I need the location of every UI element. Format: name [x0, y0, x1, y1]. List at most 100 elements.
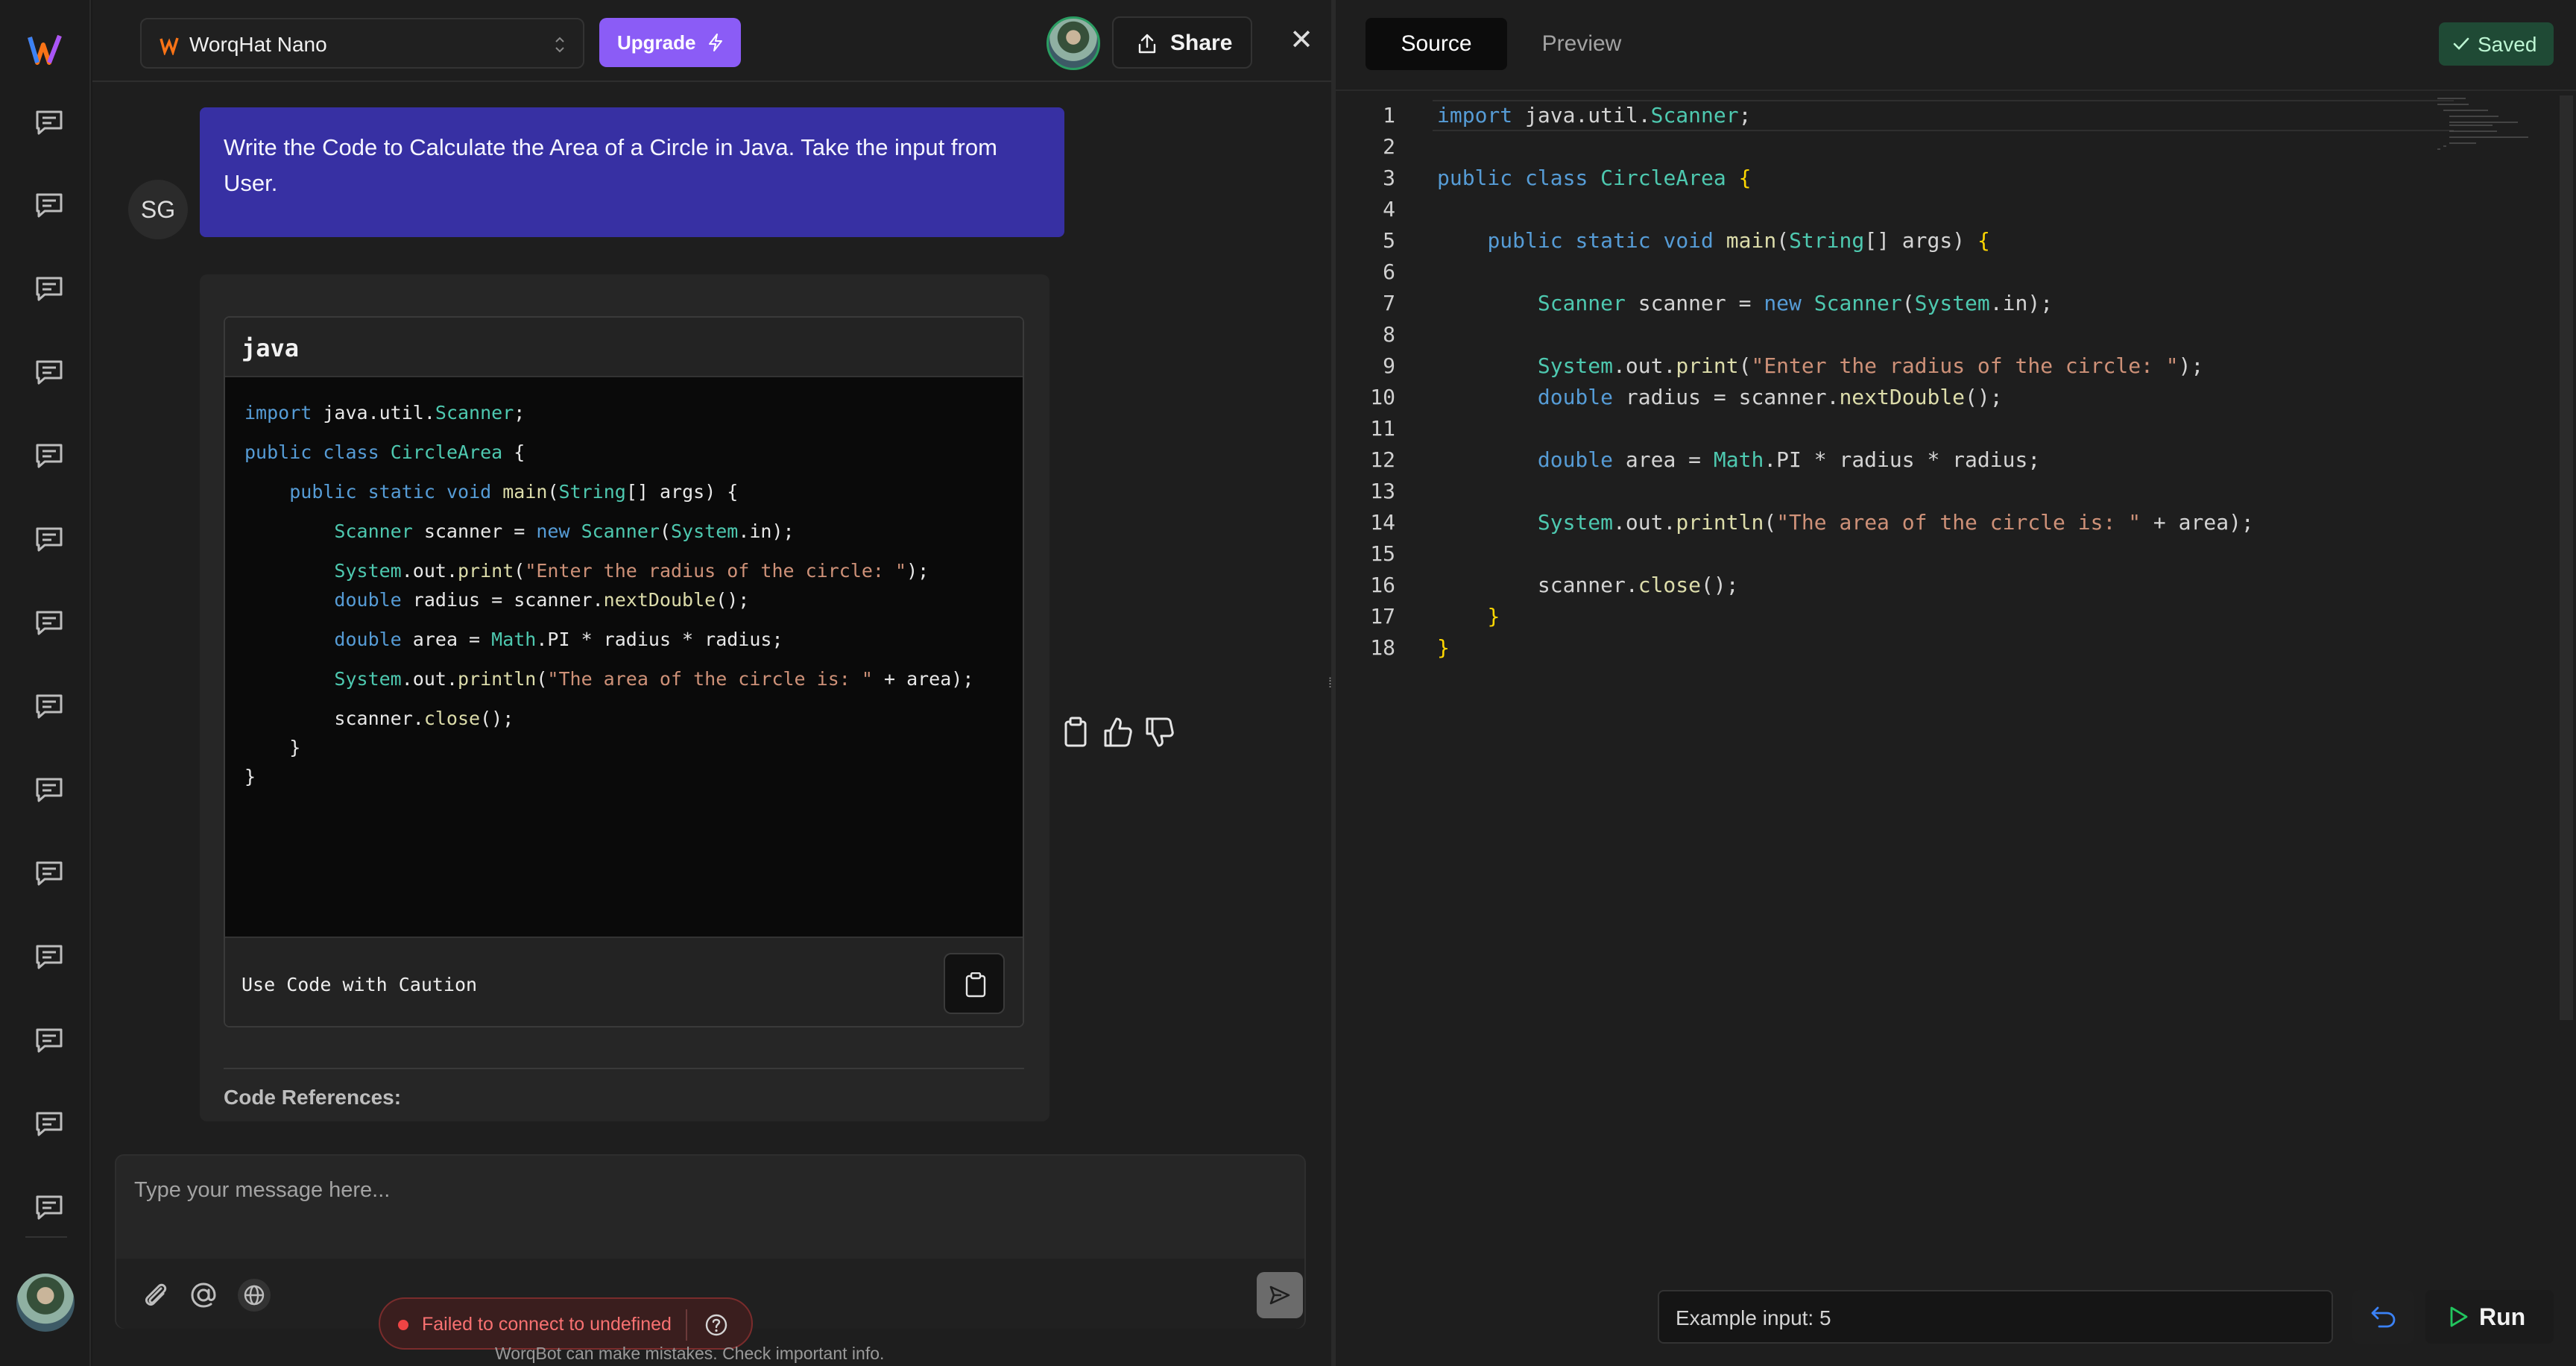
- chat-bubble-icon[interactable]: [34, 1110, 64, 1137]
- error-dot: [398, 1320, 408, 1330]
- code-line: System.out.println("The area of the circ…: [334, 668, 974, 690]
- thumbs-up-icon[interactable]: [1102, 716, 1133, 749]
- editor-code-line[interactable]: [1437, 476, 2254, 507]
- line-number: 18: [1370, 635, 1395, 660]
- chat-bubble-icon[interactable]: [34, 776, 64, 803]
- close-icon[interactable]: ✕: [1288, 26, 1315, 54]
- chat-bubble-icon[interactable]: [34, 943, 64, 970]
- clipboard-icon[interactable]: [1060, 716, 1091, 749]
- send-button[interactable]: [1257, 1272, 1303, 1318]
- check-icon: [2453, 37, 2469, 50]
- editor-code-line[interactable]: }: [1437, 632, 2254, 664]
- globe-icon[interactable]: [237, 1278, 271, 1312]
- line-number: 3: [1383, 166, 1395, 190]
- chat-bubble-icon[interactable]: [34, 526, 64, 553]
- at-icon[interactable]: [186, 1278, 221, 1312]
- chat-bubble-icon[interactable]: [34, 609, 64, 636]
- help-icon[interactable]: [704, 1312, 729, 1338]
- editor-code-line[interactable]: public static void main(String[] args) {: [1437, 225, 2254, 256]
- line-number: 8: [1383, 322, 1395, 347]
- chat-bubble-icon[interactable]: [34, 1194, 64, 1221]
- editor-code-line[interactable]: scanner.close();: [1437, 570, 2254, 601]
- editor-code-line[interactable]: double radius = scanner.nextDouble();: [1437, 382, 2254, 413]
- chat-bubble-icon[interactable]: [34, 1027, 64, 1054]
- editor-code-line[interactable]: }: [1437, 601, 2254, 632]
- code-block-footer: Use Code with Caution: [225, 937, 1023, 1026]
- paperclip-icon[interactable]: [139, 1278, 173, 1312]
- example-input-field[interactable]: Example input: 5: [1658, 1290, 2333, 1344]
- editor-code-line[interactable]: [1437, 131, 2254, 163]
- chat-bubble-icon[interactable]: [34, 693, 64, 720]
- code-line: System.out.print("Enter the radius of th…: [334, 560, 929, 582]
- code-block-header: java: [225, 318, 1023, 377]
- editor-code-line[interactable]: [1437, 319, 2254, 350]
- user-initials-avatar: SG: [128, 180, 188, 239]
- line-number: 14: [1370, 510, 1395, 535]
- chat-bubble-icon[interactable]: [34, 359, 64, 385]
- sidebar: [0, 0, 91, 1366]
- editor-code-line[interactable]: [1437, 256, 2254, 288]
- user-avatar[interactable]: [16, 1274, 75, 1332]
- toast-separator: [686, 1309, 687, 1341]
- line-number: 15: [1370, 541, 1395, 566]
- chat-bubble-icon[interactable]: [34, 442, 64, 469]
- caution-label: Use Code with Caution: [242, 974, 478, 995]
- editor-tabs: Source Preview: [1366, 18, 1679, 70]
- run-button[interactable]: Run: [2425, 1290, 2554, 1344]
- chevrons-updown-icon: [555, 37, 564, 53]
- line-number-gutter: 1 2 3 4 5 6 7 8 9 10 11 12 13 14 15 16 17 18: [1336, 100, 1403, 664]
- upgrade-button[interactable]: Upgrade: [599, 18, 741, 67]
- code-line: public static void main(String[] args) {: [289, 481, 739, 503]
- upgrade-label: Upgrade: [617, 31, 696, 54]
- code-line: import java.util.Scanner;: [244, 402, 525, 424]
- disclaimer-text: WorqBot can make mistakes. Check importa…: [495, 1344, 885, 1363]
- editor-scrollbar[interactable]: [2560, 95, 2573, 1020]
- editor-code-line[interactable]: [1437, 194, 2254, 225]
- code-minimap[interactable]: [2436, 95, 2540, 155]
- thumbs-down-icon[interactable]: [1143, 716, 1175, 749]
- message-input[interactable]: Type your message here...: [134, 1178, 390, 1203]
- bolt-icon: [709, 34, 722, 51]
- chat-bubble-icon[interactable]: [34, 275, 64, 302]
- line-number: 5: [1383, 228, 1395, 253]
- tab-preview[interactable]: Preview: [1515, 18, 1649, 70]
- editor-code-line[interactable]: public class CircleArea {: [1437, 163, 2254, 194]
- source-code-editor[interactable]: import java.util.Scanner; public class C…: [1437, 100, 2254, 664]
- user-avatar-header[interactable]: [1046, 16, 1100, 70]
- line-number: 10: [1370, 385, 1395, 409]
- tab-source[interactable]: Source: [1366, 18, 1507, 70]
- chat-bubble-icon[interactable]: [34, 860, 64, 887]
- chat-bubble-icon[interactable]: [34, 109, 64, 136]
- editor-code-line[interactable]: double area = Math.PI * radius * radius;: [1437, 444, 2254, 476]
- editor-code-line[interactable]: [1437, 538, 2254, 570]
- chat-bubble-icon[interactable]: [34, 192, 64, 218]
- references-divider: [224, 1068, 1024, 1069]
- model-select[interactable]: WorqHat Nano: [140, 18, 584, 69]
- code-line: }: [244, 766, 256, 787]
- bot-response-card: java import java.util.Scanner; public cl…: [200, 274, 1049, 1121]
- chat-panel: WorqHat Nano Upgrade Share ✕ SG Write th…: [92, 0, 1331, 1366]
- editor-code-line[interactable]: System.out.println("The area of the circ…: [1437, 507, 2254, 538]
- code-language-label: java: [242, 334, 300, 362]
- sidebar-divider: [25, 1236, 67, 1238]
- editor-code-line[interactable]: [1437, 413, 2254, 444]
- editor-code-line[interactable]: System.out.print("Enter the radius of th…: [1437, 350, 2254, 382]
- share-button[interactable]: Share: [1112, 16, 1252, 69]
- editor-code-line[interactable]: Scanner scanner = new Scanner(System.in)…: [1437, 288, 2254, 319]
- run-label: Run: [2479, 1303, 2526, 1330]
- logo-icon[interactable]: [27, 31, 64, 69]
- copy-code-button[interactable]: [944, 953, 1005, 1014]
- chat-header: WorqHat Nano Upgrade Share ✕: [92, 0, 1331, 82]
- line-number: 12: [1370, 447, 1395, 472]
- line-number: 16: [1370, 573, 1395, 597]
- editor-code-line[interactable]: import java.util.Scanner;: [1437, 100, 2254, 131]
- undo-button[interactable]: [2352, 1290, 2414, 1344]
- play-icon: [2450, 1306, 2468, 1327]
- line-number: 4: [1383, 197, 1395, 221]
- code-line: double radius = scanner.nextDouble();: [334, 589, 750, 611]
